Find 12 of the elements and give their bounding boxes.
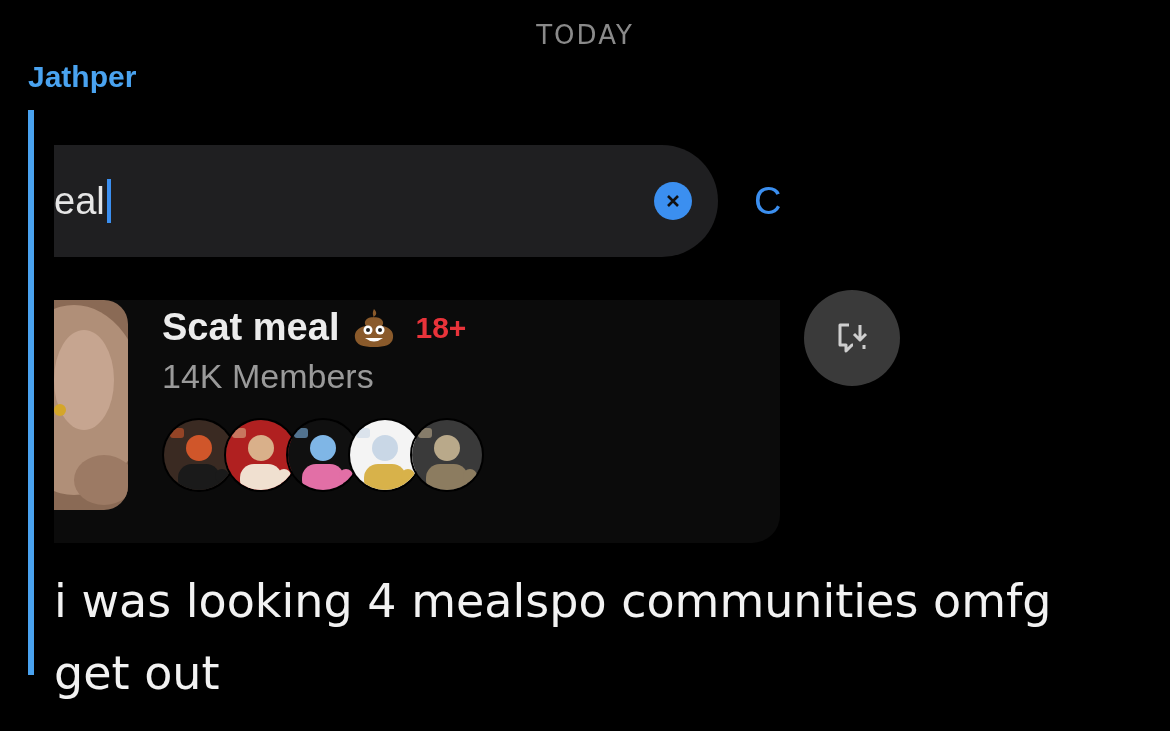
sender-name: Jathper <box>28 60 137 94</box>
cancel-button[interactable]: C <box>754 179 782 223</box>
community-name: Scat meal <box>162 306 340 349</box>
close-icon <box>667 195 679 207</box>
message-text: i was looking 4 mealspo communities omfg get out <box>54 573 1053 702</box>
date-divider: TODAY <box>535 20 635 50</box>
clear-button[interactable] <box>654 182 692 220</box>
search-text: eal <box>54 179 105 223</box>
search-field[interactable]: eal <box>54 145 718 257</box>
community-card[interactable]: Scat meal 18+ 14K Members <box>54 300 780 543</box>
member-count: 14K Members <box>162 357 375 396</box>
age-rating-label: 18+ <box>415 310 467 345</box>
